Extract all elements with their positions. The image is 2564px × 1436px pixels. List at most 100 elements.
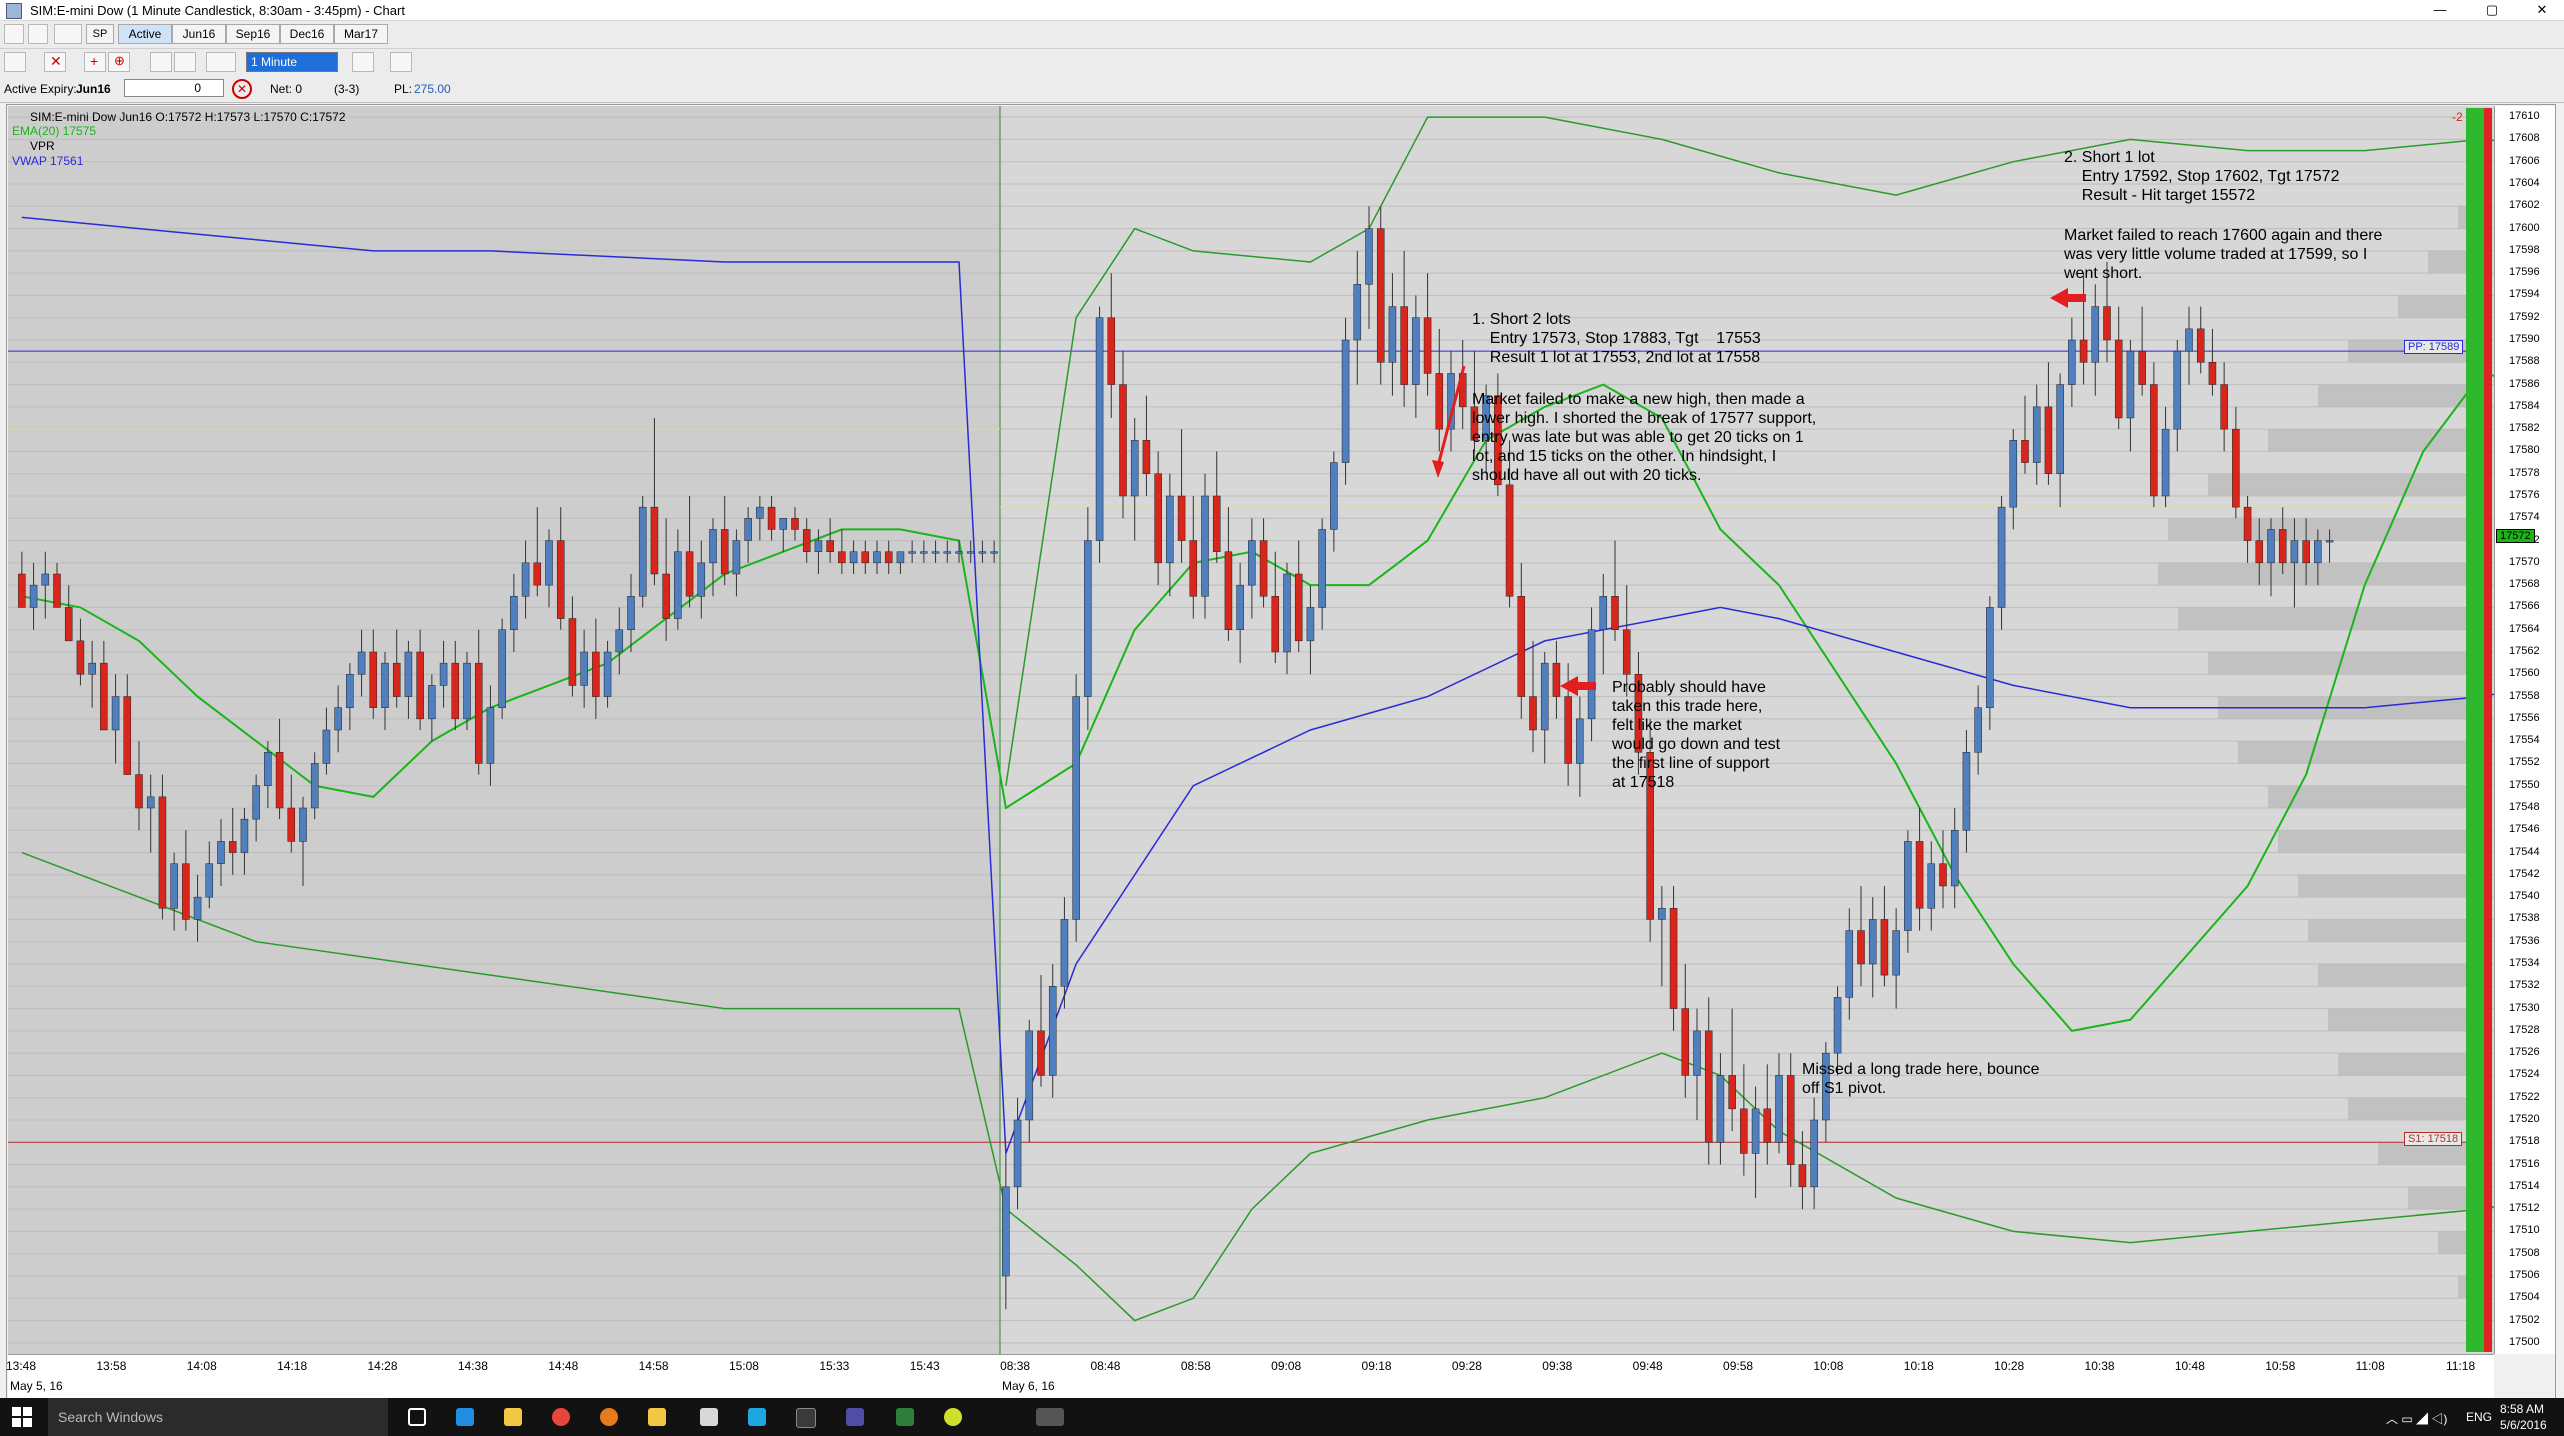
save-icon[interactable] [4, 24, 24, 44]
close-button[interactable]: ✕ [2520, 0, 2564, 20]
search-box[interactable]: Search Windows [48, 1398, 388, 1436]
time-tick-label: 10:08 [1813, 1359, 1844, 1373]
clock-time[interactable]: 8:58 AM [2500, 1402, 2544, 1416]
app-icon-2[interactable] [846, 1408, 864, 1426]
candle-body [2044, 406, 2053, 474]
time-tick-label: 09:58 [1723, 1359, 1754, 1373]
candle-body [1880, 919, 1889, 976]
indicator-icon[interactable] [390, 52, 412, 72]
price-tick-label: 17552 [2509, 756, 2540, 769]
toolbar-row-2: ✕ + ⊕ 1 Minute [0, 49, 2564, 76]
candle-body [779, 518, 788, 530]
folder-icon[interactable] [648, 1408, 666, 1426]
candle-body [1353, 284, 1362, 341]
candle-body [1810, 1119, 1818, 1188]
candle-body [556, 540, 565, 619]
minimize-button[interactable]: — [2418, 0, 2462, 20]
candle-body [896, 551, 905, 564]
cancel-icon[interactable]: ✕ [232, 79, 252, 99]
candle-body [1072, 696, 1080, 920]
chart-type-icon[interactable] [206, 52, 236, 72]
candle-body [1306, 607, 1315, 642]
price-tick-label: 17610 [2509, 110, 2540, 123]
candle-body [1845, 930, 1854, 998]
interval-select[interactable]: 1 Minute [246, 52, 338, 72]
tab-mar17[interactable]: Mar17 [334, 24, 388, 44]
app-icon-4[interactable] [944, 1408, 962, 1426]
candle-body [1927, 863, 1936, 909]
candle-body [592, 651, 600, 697]
tab-active[interactable]: Active [118, 24, 172, 44]
legend-vwap[interactable]: VWAP 17561 [12, 154, 83, 168]
candle-body [428, 685, 436, 720]
time-tick-label: 11:08 [2355, 1359, 2385, 1373]
skype-icon[interactable] [748, 1408, 766, 1426]
candle-body [1517, 596, 1526, 697]
price-tick-label: 17596 [2509, 266, 2540, 279]
language-indicator[interactable]: ENG [2466, 1410, 2492, 1424]
calculator-icon[interactable] [700, 1408, 718, 1426]
price-tick-label: 17590 [2509, 333, 2540, 345]
delete-icon[interactable]: ✕ [44, 52, 66, 72]
grid-icon[interactable] [150, 52, 172, 72]
tab-jun16[interactable]: Jun16 [172, 24, 226, 44]
app-icon-3[interactable] [896, 1408, 914, 1426]
candle-body [1060, 919, 1069, 987]
task-view-icon[interactable] [408, 1408, 426, 1426]
candle-body [1505, 484, 1514, 597]
tray-icons[interactable]: ︿ ▭ ◢ ◁) [2386, 1410, 2447, 1427]
maximize-button[interactable]: ▢ [2470, 0, 2514, 20]
candle-body [2032, 406, 2041, 463]
crosshair-icon[interactable]: + [84, 52, 106, 72]
tradingapp-icon[interactable] [1036, 1408, 1064, 1426]
candle-body [802, 529, 811, 552]
candle-body [814, 540, 823, 552]
time-tick-label: 08:38 [1000, 1359, 1031, 1373]
qty-input[interactable]: 0 [124, 79, 224, 97]
candle-body [392, 662, 401, 697]
candle-body [826, 540, 834, 552]
print-icon[interactable] [28, 24, 48, 44]
candle-body [990, 551, 998, 554]
candle-body [2091, 306, 2100, 363]
candle-body [1318, 529, 1326, 608]
clock-date[interactable]: 5/6/2016 [2500, 1418, 2547, 1432]
firefox-icon[interactable] [600, 1408, 618, 1426]
volume-profile-bar [2338, 1053, 2468, 1076]
cursor-icon[interactable] [4, 52, 26, 72]
candle-body [849, 551, 858, 564]
explorer-icon[interactable] [504, 1408, 522, 1426]
candle-body [861, 551, 870, 564]
price-tick-label: 17562 [2509, 645, 2540, 657]
volume-profile-bar [2398, 295, 2468, 318]
candle-body [1716, 1075, 1725, 1143]
properties-icon[interactable] [352, 52, 374, 72]
legend-vpr[interactable]: VPR [30, 139, 55, 153]
tab-dec16[interactable]: Dec16 [280, 24, 334, 44]
app-icon [6, 3, 22, 19]
tab-sep16[interactable]: Sep16 [226, 24, 280, 44]
target-icon[interactable]: ⊕ [108, 52, 130, 72]
candle-body [2138, 350, 2146, 385]
edge-icon[interactable] [456, 1408, 474, 1426]
price-chart[interactable] [8, 106, 2508, 1354]
link-icon[interactable] [54, 24, 82, 44]
instrument-select[interactable]: SP [86, 24, 114, 44]
candle-body [1130, 440, 1139, 497]
candle-body [1412, 317, 1420, 385]
price-tick-label: 17500 [2509, 1335, 2540, 1348]
candle-body [322, 729, 331, 764]
candle-body [533, 562, 542, 586]
time-tick-label: 14:58 [638, 1359, 669, 1373]
steam-icon[interactable] [796, 1408, 816, 1428]
chrome-icon[interactable] [552, 1408, 570, 1426]
candle-body [1798, 1164, 1807, 1188]
price-tick-label: 17570 [2509, 555, 2540, 568]
windows-start-icon[interactable] [12, 1407, 32, 1427]
candle-body [1107, 317, 1116, 385]
candle-body [521, 562, 530, 597]
candle-body [1400, 306, 1408, 385]
candle-body [1763, 1108, 1772, 1143]
legend-ema[interactable]: EMA(20) 17575 [12, 124, 96, 138]
layout-icon[interactable] [174, 52, 196, 72]
